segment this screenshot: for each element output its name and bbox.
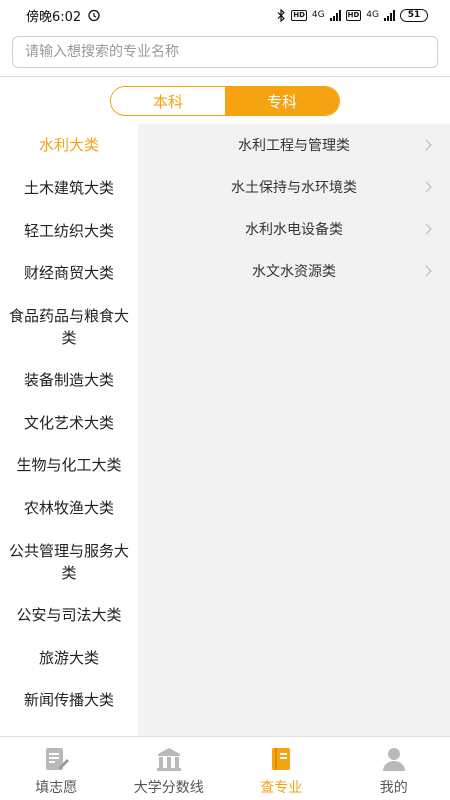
category-item[interactable]: 土木建筑大类 — [0, 167, 138, 210]
user-icon — [382, 748, 405, 771]
nav-label: 填志愿 — [35, 780, 78, 796]
nav-label: 查专业 — [260, 780, 303, 796]
status-bar: 傍晚6:02 HD 4G HD 4G 51 — [0, 0, 450, 30]
subcategory-item[interactable]: 水文水资源类 — [138, 250, 450, 292]
alarm-icon — [88, 9, 100, 22]
chevron-right-icon — [420, 139, 432, 151]
bottom-nav: 填志愿 大学分数线 查专业 我的 — [0, 736, 450, 800]
subcategory-item[interactable]: 水土保持与水环境类 — [138, 166, 450, 208]
bluetooth-icon — [277, 8, 286, 22]
nav-label: 我的 — [379, 780, 408, 796]
signal-icon — [329, 9, 341, 21]
category-item[interactable]: 农林牧渔大类 — [0, 487, 138, 530]
subcategory-label: 水利工程与管理类 — [238, 138, 350, 154]
subcategory-label: 水文水资源类 — [252, 264, 336, 280]
category-item[interactable]: 财经商贸大类 — [0, 252, 138, 295]
battery-level: 51 — [407, 10, 421, 20]
search-box — [12, 36, 438, 68]
subcategory-label: 水利水电设备类 — [245, 222, 343, 238]
nav-fill-application[interactable]: 填志愿 — [0, 737, 113, 800]
chevron-right-icon — [420, 265, 432, 277]
status-right: HD 4G HD 4G 51 — [277, 8, 428, 22]
status-time: 傍晚6:02 — [26, 9, 82, 25]
battery-icon: 51 — [400, 8, 428, 22]
category-item[interactable]: 公安与司法大类 — [0, 594, 138, 637]
chevron-right-icon — [420, 223, 432, 235]
nav-search-major[interactable]: 查专业 — [225, 737, 338, 800]
category-list: 水利大类 土木建筑大类 轻工纺织大类 财经商贸大类 食品药品与粮食大类 装备制造… — [0, 124, 138, 736]
edit-icon — [46, 748, 70, 770]
category-item[interactable]: 新闻传播大类 — [0, 679, 138, 722]
subcategory-label: 水土保持与水环境类 — [231, 180, 357, 196]
school-icon — [156, 748, 181, 771]
category-item[interactable]: 食品药品与粮食大类 — [0, 295, 138, 359]
signal-icon — [384, 9, 395, 21]
category-item[interactable]: 装备制造大类 — [0, 359, 138, 402]
hd-badge-icon: HD — [345, 9, 362, 21]
category-item[interactable]: 轻工纺织大类 — [0, 209, 138, 252]
book-icon — [272, 748, 291, 770]
category-item[interactable]: 水利大类 — [0, 124, 138, 167]
network-type-left: 4G — [311, 10, 325, 20]
hd-badge-icon: HD — [291, 9, 307, 21]
nav-label: 大学分数线 — [133, 780, 204, 796]
chevron-right-icon — [420, 181, 432, 193]
status-left: 傍晚6:02 — [26, 6, 101, 25]
nav-my-profile[interactable]: 我的 — [338, 737, 450, 800]
subcategory-panel: 水利工程与管理类 水土保持与水环境类 水利水电设备类 水文水资源类 — [138, 124, 450, 736]
network-type-right: 4G — [366, 10, 379, 20]
tab-junior-college[interactable]: 专科 — [225, 87, 339, 115]
category-item[interactable]: 文化艺术大类 — [0, 401, 138, 444]
search-input[interactable] — [13, 37, 437, 67]
degree-level-toggle: 本科 专科 — [110, 86, 340, 116]
category-item[interactable]: 生物与化工大类 — [0, 444, 138, 487]
subcategory-item[interactable]: 水利工程与管理类 — [138, 124, 450, 166]
tab-undergraduate[interactable]: 本科 — [111, 87, 225, 115]
nav-university-scores[interactable]: 大学分数线 — [113, 737, 226, 800]
header-divider — [0, 76, 450, 77]
category-item[interactable]: 旅游大类 — [0, 636, 138, 679]
subcategory-item[interactable]: 水利水电设备类 — [138, 208, 450, 250]
category-item[interactable]: 公共管理与服务大类 — [0, 530, 138, 594]
